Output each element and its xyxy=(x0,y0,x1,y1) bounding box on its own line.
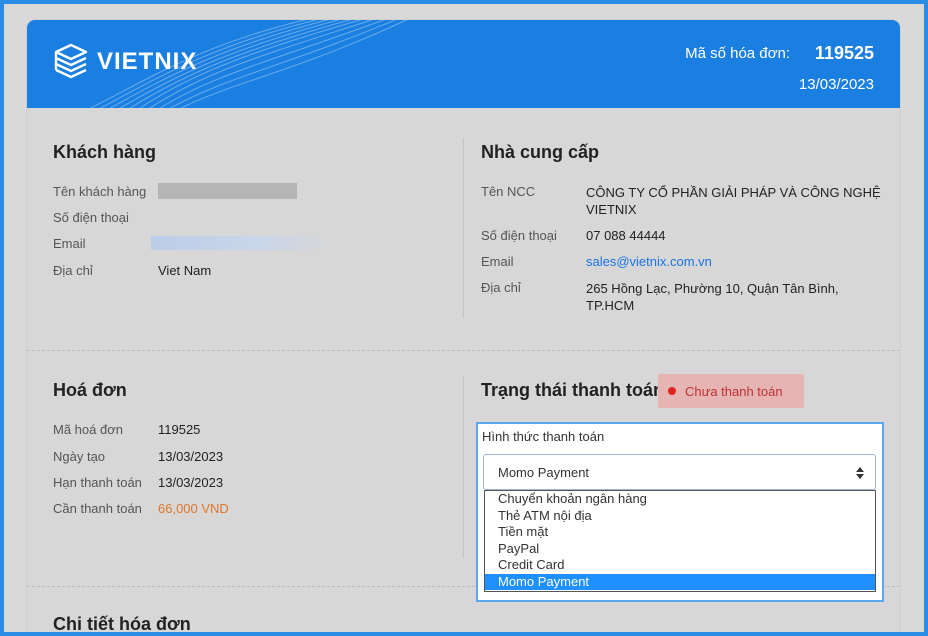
supplier-address-value: 265 Hồng Lạc, Phường 10, Quận Tân Bình, … xyxy=(586,281,839,313)
invoice-header: VIETNIX Mã số hóa đơn: 119525 13/03/2023 xyxy=(27,20,900,108)
payment-method-panel: Hình thức thanh toán Momo Payment Chuyển… xyxy=(476,422,884,602)
invoice-details-title: Chi tiết hóa đơn xyxy=(53,614,191,632)
logo-cube-icon xyxy=(54,43,88,79)
supplier-phone-label: Số điện thoại xyxy=(481,228,557,243)
invoice-code-label: Mã hoá đơn xyxy=(53,422,123,437)
customer-email-redacted xyxy=(151,236,331,250)
customer-email-label: Email xyxy=(53,236,86,251)
payment-status-text: Chưa thanh toán xyxy=(685,383,783,399)
created-date-label: Ngày tạo xyxy=(53,449,106,464)
payment-status-title: Trạng thái thanh toán xyxy=(481,380,664,400)
customer-phone-label: Số điện thoại xyxy=(53,210,129,225)
option-bank-transfer[interactable]: Chuyển khoản ngân hàng xyxy=(485,491,875,508)
customer-name-redacted xyxy=(158,183,297,199)
select-arrows-icon xyxy=(856,467,864,479)
logo-text: VIETNIX xyxy=(97,48,198,75)
invoice-date: 13/03/2023 xyxy=(798,76,874,93)
option-momo-payment[interactable]: Momo Payment xyxy=(485,573,875,590)
option-paypal[interactable]: PayPal xyxy=(485,541,875,558)
amount-due-label: Cần thanh toán xyxy=(53,501,142,516)
payment-status-badge: Chưa thanh toán xyxy=(658,374,804,408)
invoice-title: Hoá đơn xyxy=(53,380,127,400)
due-date-label: Hạn thanh toán xyxy=(53,475,142,490)
invoice-code-value: 119525 xyxy=(158,422,201,437)
section-divider xyxy=(27,350,900,351)
payment-method-label: Hình thức thanh toán xyxy=(482,429,605,444)
payment-method-select[interactable]: Momo Payment xyxy=(483,454,876,490)
supplier-title: Nhà cung cấp xyxy=(481,142,600,162)
payment-method-dropdown: Chuyển khoản ngân hàng Thẻ ATM nội địa T… xyxy=(484,490,876,592)
supplier-name-label: Tên NCC xyxy=(481,184,536,199)
invoice-number-label: Mã số hóa đơn: xyxy=(685,45,790,62)
customer-address-label: Địa chỉ xyxy=(53,263,93,278)
amount-due-value: 66,000 VND xyxy=(158,501,229,516)
supplier-email-label: Email xyxy=(481,254,514,269)
vertical-divider xyxy=(463,138,464,318)
option-credit-card[interactable]: Credit Card xyxy=(485,557,875,574)
option-atm-card[interactable]: Thẻ ATM nội địa xyxy=(485,508,875,525)
page-frame: VIETNIX Mã số hóa đơn: 119525 13/03/2023… xyxy=(4,4,924,632)
customer-name-label: Tên khách hàng xyxy=(53,184,147,199)
status-dot-icon xyxy=(668,387,676,395)
payment-method-selected: Momo Payment xyxy=(498,464,590,480)
vertical-divider-2 xyxy=(463,376,464,558)
customer-title: Khách hàng xyxy=(53,142,157,162)
vietnix-logo[interactable]: VIETNIX xyxy=(53,42,197,82)
supplier-email-link[interactable]: sales@vietnix.com.vn xyxy=(586,254,712,269)
invoice-number: 119525 xyxy=(814,43,874,63)
supplier-name-value: CÔNG TY CỔ PHẦN GIẢI PHÁP VÀ CÔNG NGHỆ V… xyxy=(586,185,881,217)
created-date-value: 13/03/2023 xyxy=(158,449,224,464)
due-date-value: 13/03/2023 xyxy=(158,475,224,490)
customer-address-value: Viet Nam xyxy=(158,263,212,278)
supplier-phone-value: 07 088 44444 xyxy=(586,228,666,243)
supplier-address-label: Địa chỉ xyxy=(481,280,521,295)
option-cash[interactable]: Tiền mặt xyxy=(485,524,875,541)
